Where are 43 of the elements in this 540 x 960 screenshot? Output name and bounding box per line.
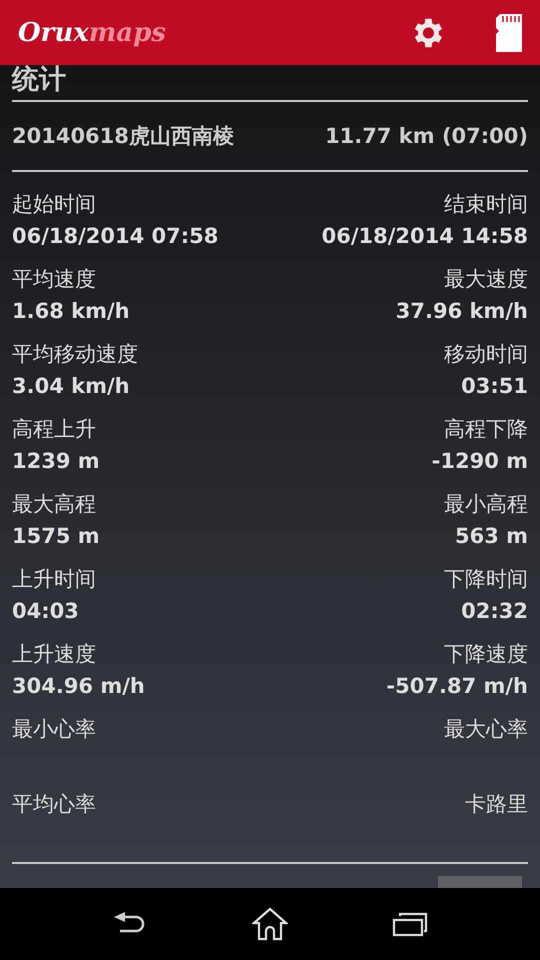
stat-value: 06/18/2014 07:58	[12, 224, 220, 250]
sd-card-icon	[494, 14, 522, 52]
stat-label: 平均速度	[12, 266, 97, 293]
app-logo-text: maps	[88, 18, 166, 48]
home-button[interactable]	[252, 907, 288, 941]
stat-value: 03:51	[460, 374, 528, 400]
stat-value: 1.68 km/h	[12, 299, 131, 325]
stat-label: 卡路里	[464, 791, 528, 818]
track-summary: 11.77 km (07:00)	[325, 124, 528, 148]
stat-label: 平均心率	[12, 791, 97, 818]
stat-value: 04:03	[12, 599, 80, 625]
stat-label: 上升速度	[12, 641, 97, 668]
stat-label: 平均移动速度	[12, 341, 139, 368]
stat-value: 304.96 m/h	[12, 674, 146, 700]
stat-value: 06/18/2014 14:58	[320, 224, 528, 250]
stat-label: 高程上升	[12, 416, 97, 443]
track-name: 20140618虎山西南棱	[12, 122, 234, 150]
stat-label: 起始时间	[12, 191, 97, 218]
stat-value: 563 m	[454, 524, 528, 550]
home-icon	[252, 907, 288, 941]
stat-value: 1239 m	[12, 449, 101, 475]
stat-label: 下降速度	[443, 641, 528, 668]
stat-value: 3.04 km/h	[12, 374, 131, 400]
stat-value: 02:32	[460, 599, 528, 625]
stat-label: 最小高程	[443, 491, 528, 518]
app-logo-text: Orux	[18, 18, 89, 48]
stat-label: 最大高程	[12, 491, 97, 518]
stat-label: 上升时间	[12, 566, 97, 593]
stat-label: 移动时间	[443, 341, 528, 368]
stat-value: -507.87 m/h	[385, 674, 528, 700]
stat-label: 最大心率	[443, 716, 528, 743]
stat-value: -1290 m	[430, 449, 528, 475]
recent-apps-button[interactable]	[392, 911, 428, 937]
section-title: 统计	[12, 65, 67, 97]
stat-label: 高程下降	[443, 416, 528, 443]
stat-value: 1575 m	[12, 524, 101, 550]
stat-label: 结束时间	[443, 191, 528, 218]
stat-label: 最大速度	[443, 266, 528, 293]
stat-label: 下降时间	[443, 566, 528, 593]
sd-card-button[interactable]	[494, 14, 522, 52]
stat-value: 37.96 km/h	[394, 299, 528, 325]
recent-apps-icon	[392, 911, 428, 937]
stat-label: 最小心率	[12, 716, 97, 743]
